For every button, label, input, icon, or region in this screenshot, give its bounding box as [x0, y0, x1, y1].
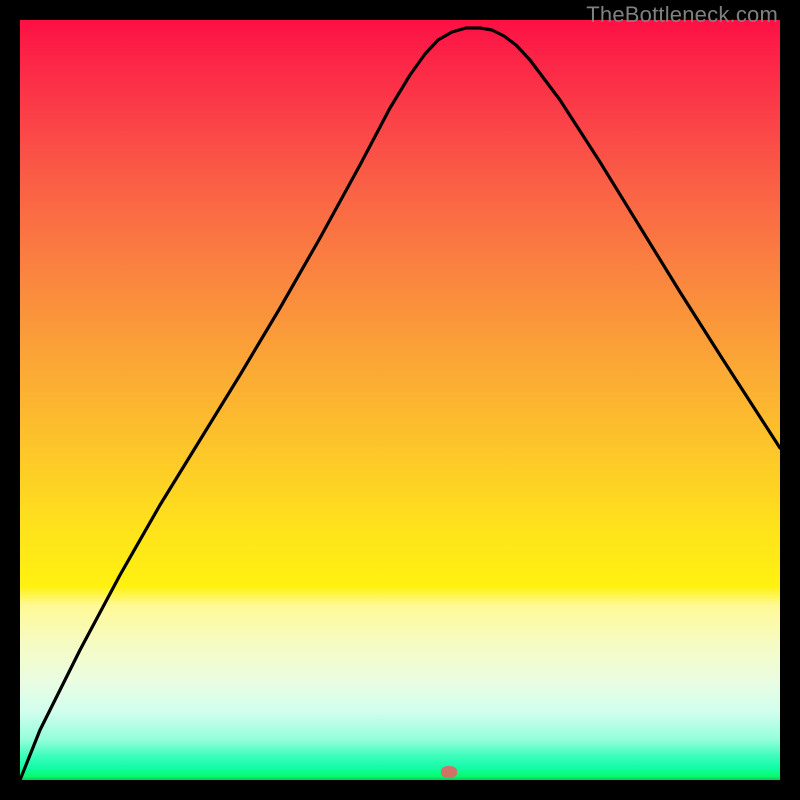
plot-area: [20, 20, 780, 780]
optimum-marker: [441, 766, 457, 778]
bottleneck-curve: [20, 20, 780, 780]
watermark-text: TheBottleneck.com: [586, 2, 778, 28]
chart-frame: TheBottleneck.com: [0, 0, 800, 800]
